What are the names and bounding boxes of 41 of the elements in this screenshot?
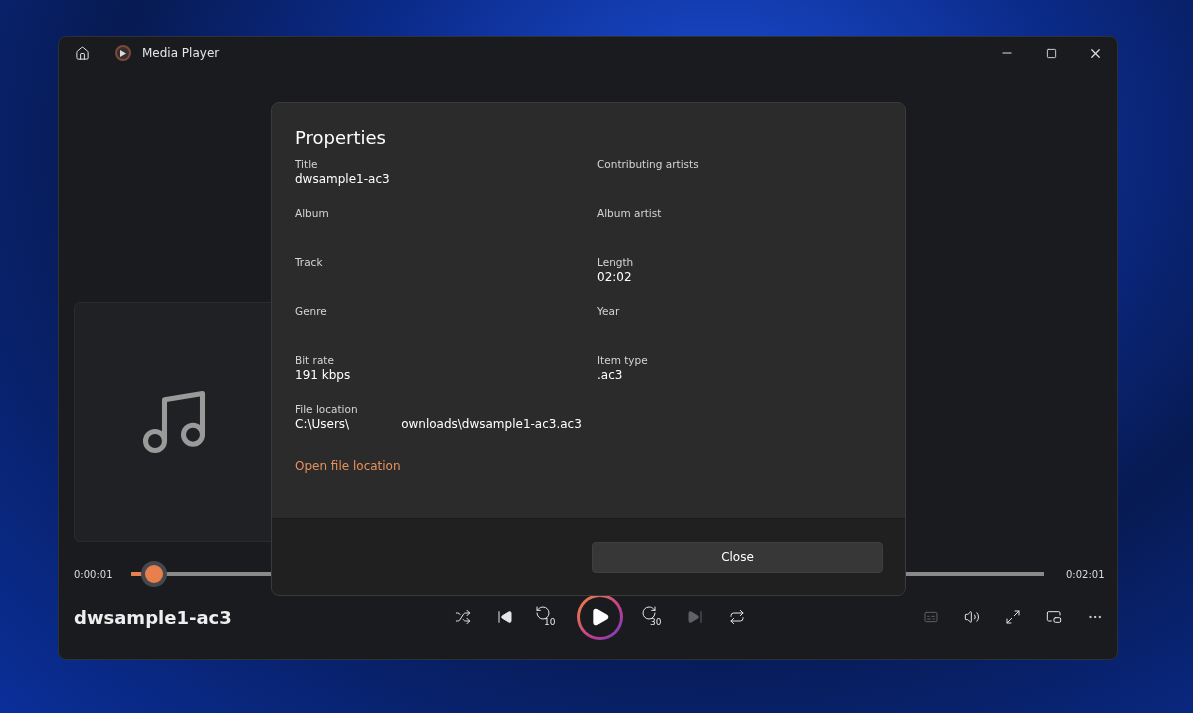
home-button[interactable] — [73, 44, 91, 62]
repeat-icon — [729, 609, 745, 625]
property-label: Length — [597, 256, 635, 268]
path-text: C:\Users\ — [295, 417, 350, 431]
shuffle-icon — [455, 609, 471, 625]
close-button[interactable]: Close — [592, 541, 883, 573]
dialog-title: Properties — [295, 127, 387, 148]
property-value: 02:02 — [597, 270, 633, 284]
property-label: Contributing artists — [597, 158, 700, 170]
next-icon — [687, 609, 703, 625]
property-label: Item type — [597, 354, 649, 366]
mini-player-icon — [1046, 609, 1062, 625]
play-icon — [590, 607, 610, 627]
expand-icon — [1005, 609, 1021, 625]
property-label: Year — [597, 305, 621, 317]
previous-icon — [497, 609, 513, 625]
property-label: Album — [295, 207, 330, 219]
play-button[interactable] — [577, 594, 623, 640]
elapsed-time: 0:00:01 — [74, 568, 114, 580]
property-value: 191 kbps — [295, 368, 352, 382]
rewind-button[interactable]: 10 — [535, 605, 559, 629]
property-label: Bit rate — [295, 354, 335, 366]
total-time: 0:02:01 — [1066, 568, 1102, 580]
property-label: Genre — [295, 305, 328, 317]
open-file-location-link[interactable]: Open file location — [295, 459, 401, 473]
property-label: Track — [295, 256, 324, 268]
property-label: Title — [295, 158, 319, 170]
property-label: Album artist — [597, 207, 663, 219]
path-text: ownloads\dwsample1-ac3.ac3 — [401, 417, 582, 431]
property-value: .ac3 — [597, 368, 624, 382]
property-value: dwsample1-ac3 — [295, 172, 391, 186]
window-title: Media Player — [142, 46, 220, 60]
track-title: dwsample1-ac3 — [74, 606, 233, 628]
property-label: File location — [295, 403, 359, 415]
maximize-icon — [1045, 47, 1057, 59]
captions-icon — [923, 609, 939, 625]
home-icon — [74, 45, 90, 61]
seek-thumb[interactable] — [144, 565, 163, 583]
forward-button[interactable]: 30 — [641, 605, 665, 629]
app-logo-icon — [115, 45, 131, 61]
volume-icon — [964, 609, 980, 625]
